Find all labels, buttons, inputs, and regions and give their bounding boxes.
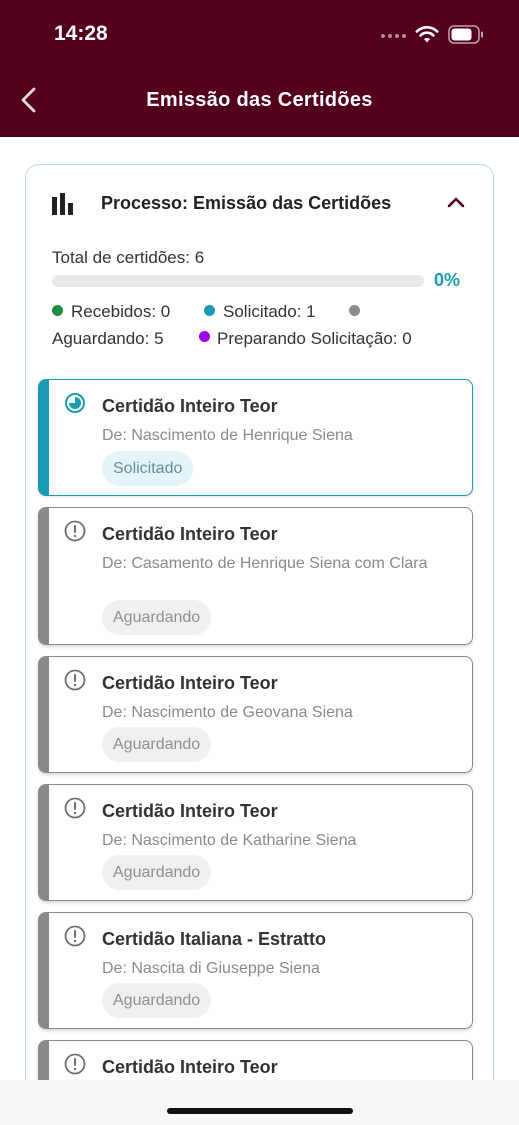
chevron-up-icon[interactable] bbox=[447, 196, 465, 208]
status-badge: Aguardando bbox=[102, 600, 212, 635]
alert-circle-icon bbox=[64, 669, 86, 691]
certificate-title: Certidão Inteiro Teor bbox=[102, 396, 278, 416]
legend-received: Recebidos: 0 bbox=[71, 302, 171, 321]
status-time: 14:28 bbox=[54, 22, 108, 45]
certificate-subtitle: De: Nascimento de Katharine Siena bbox=[102, 832, 357, 849]
certificate-card[interactable]: Certidão Inteiro Teor De: Nascimento de … bbox=[38, 656, 473, 773]
progress-percent: 0% bbox=[434, 270, 461, 290]
certificate-subtitle: De: Nascimento de Henrique Siena bbox=[102, 427, 353, 444]
certificate-card[interactable]: Certidão Inteiro Teor De: Nascimento de … bbox=[38, 784, 473, 901]
alert-circle-icon bbox=[64, 925, 86, 947]
progress-bar bbox=[52, 275, 424, 287]
certificate-title: Certidão Inteiro Teor bbox=[102, 673, 278, 693]
certificate-title: Certidão Inteiro Teor bbox=[102, 801, 278, 821]
certificate-title: Certidão Inteiro Teor bbox=[102, 524, 278, 544]
legend-dot-received bbox=[52, 305, 63, 316]
status-badge: Aguardando bbox=[102, 983, 212, 1018]
certificate-card[interactable]: Certidão Inteiro Teor De: Casamento de H… bbox=[38, 507, 473, 645]
home-indicator[interactable] bbox=[167, 1108, 353, 1114]
legend-dot-requested bbox=[204, 305, 215, 316]
home-bar-area bbox=[0, 1080, 519, 1125]
legend-waiting: Aguardando: 5 bbox=[52, 329, 164, 348]
wifi-icon bbox=[415, 26, 439, 43]
legend-dot-preparing bbox=[199, 331, 210, 342]
certificate-subtitle: De: Nascita di Giuseppe Siena bbox=[102, 960, 320, 977]
content-area[interactable]: Processo: Emissão das Certidões Total de… bbox=[0, 137, 519, 1080]
certificate-title: Certidão Italiana - Estratto bbox=[102, 929, 327, 949]
status-badge: Aguardando bbox=[102, 855, 212, 890]
process-title: Processo: Emissão das Certidões bbox=[101, 193, 392, 213]
status-badge: Solicitado bbox=[102, 451, 194, 486]
progress-clock-icon bbox=[65, 393, 85, 413]
page-title: Emissão das Certidões bbox=[146, 89, 373, 111]
certificate-card[interactable]: Certidão Italiana - Estratto De: Nascita… bbox=[38, 912, 473, 1029]
alert-circle-icon bbox=[64, 797, 86, 819]
legend-dot-waiting bbox=[349, 305, 360, 316]
app-header: 14:28 Emissão das Certidões bbox=[0, 0, 519, 137]
certificate-title: Certidão Inteiro Teor bbox=[102, 1057, 278, 1077]
status-badge: Aguardando bbox=[102, 727, 212, 762]
total-certificates: Total de certidões: 6 bbox=[52, 248, 205, 267]
certificate-card[interactable]: Certidão Inteiro Teor De: Nascimento de … bbox=[38, 379, 473, 496]
certificate-subtitle: De: Nascimento de Geovana Siena bbox=[102, 704, 353, 721]
bar-chart-icon bbox=[52, 193, 73, 215]
certificate-subtitle: De: Casamento de Henrique Siena com Clar… bbox=[102, 555, 428, 572]
alert-circle-icon bbox=[64, 1053, 86, 1075]
legend-preparing: Preparando Solicitação: 0 bbox=[217, 329, 412, 348]
alert-circle-icon bbox=[64, 520, 86, 542]
cellular-signal-icon bbox=[381, 34, 406, 38]
battery-icon bbox=[448, 25, 483, 44]
certificate-card[interactable]: Certidão Inteiro Teor bbox=[38, 1040, 473, 1080]
legend-requested: Solicitado: 1 bbox=[223, 302, 316, 321]
